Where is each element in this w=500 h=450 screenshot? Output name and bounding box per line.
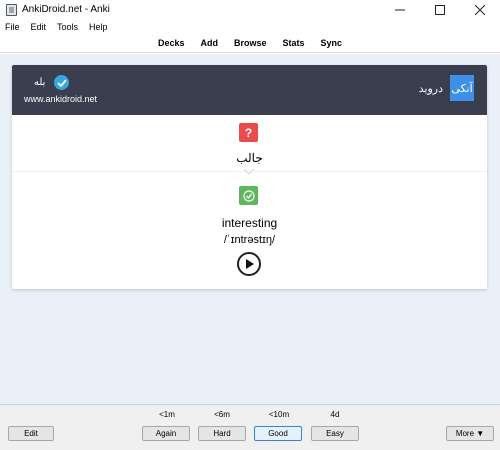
interval-good: <10m [268, 410, 290, 419]
play-audio-button[interactable] [237, 252, 261, 276]
menu-tools[interactable]: Tools [56, 22, 79, 32]
toolbar-decks[interactable]: Decks [158, 38, 185, 48]
interval-easy: 4d [330, 410, 340, 419]
flashcard: آنکی درويد بله www.ankidroid.net ? جالب … [12, 65, 487, 289]
toolbar-stats[interactable]: Stats [283, 38, 305, 48]
hard-button[interactable]: Hard [198, 426, 246, 441]
interval-again: <1m [159, 410, 175, 419]
check-circle-icon [54, 75, 69, 90]
menu-edit[interactable]: Edit [30, 22, 48, 32]
good-button[interactable]: Good [254, 426, 302, 441]
minimize-button[interactable] [380, 0, 420, 20]
ankidroid-logo: آنکی [450, 75, 474, 101]
chevron-down-icon [243, 168, 255, 175]
check-icon [239, 186, 258, 205]
close-button[interactable] [460, 0, 500, 20]
answer-text: interesting [221, 216, 278, 230]
edit-button[interactable]: Edit [8, 426, 54, 441]
title-bar: AnkiDroid.net - Anki [0, 0, 500, 20]
menu-file[interactable]: File [4, 22, 21, 32]
play-icon [246, 259, 254, 269]
review-area: آنکی درويد بله www.ankidroid.net ? جالب … [0, 54, 500, 404]
minimize-icon [395, 9, 405, 11]
logo-text: درويد [418, 83, 443, 95]
toolbar-browse[interactable]: Browse [234, 38, 267, 48]
again-button[interactable]: Again [142, 426, 190, 441]
card-banner: آنکی درويد بله www.ankidroid.net [12, 65, 487, 115]
easy-button[interactable]: Easy [311, 426, 359, 441]
menu-bar: File Edit Tools Help [0, 20, 500, 33]
question-mark-icon: ? [239, 123, 258, 142]
banner-yes: بله [34, 77, 46, 88]
close-icon [475, 5, 485, 15]
answer-bar: Edit <1m <6m <10m 4d Again Hard Good Eas… [0, 404, 500, 450]
toolbar-sync[interactable]: Sync [321, 38, 343, 48]
toolbar-add[interactable]: Add [200, 38, 218, 48]
window-title: AnkiDroid.net - Anki [22, 4, 110, 15]
pronunciation-text: /ˈɪntrəstɪŋ/ [223, 234, 276, 246]
maximize-icon [435, 5, 445, 15]
anki-app-icon [6, 4, 17, 16]
banner-url: www.ankidroid.net [24, 94, 98, 104]
more-button[interactable]: More ▼ [446, 426, 494, 441]
question-text: جالب [236, 151, 263, 165]
interval-hard: <6m [214, 410, 230, 419]
main-toolbar: Decks Add Browse Stats Sync [0, 33, 500, 53]
maximize-button[interactable] [420, 0, 460, 20]
menu-help[interactable]: Help [88, 22, 109, 32]
